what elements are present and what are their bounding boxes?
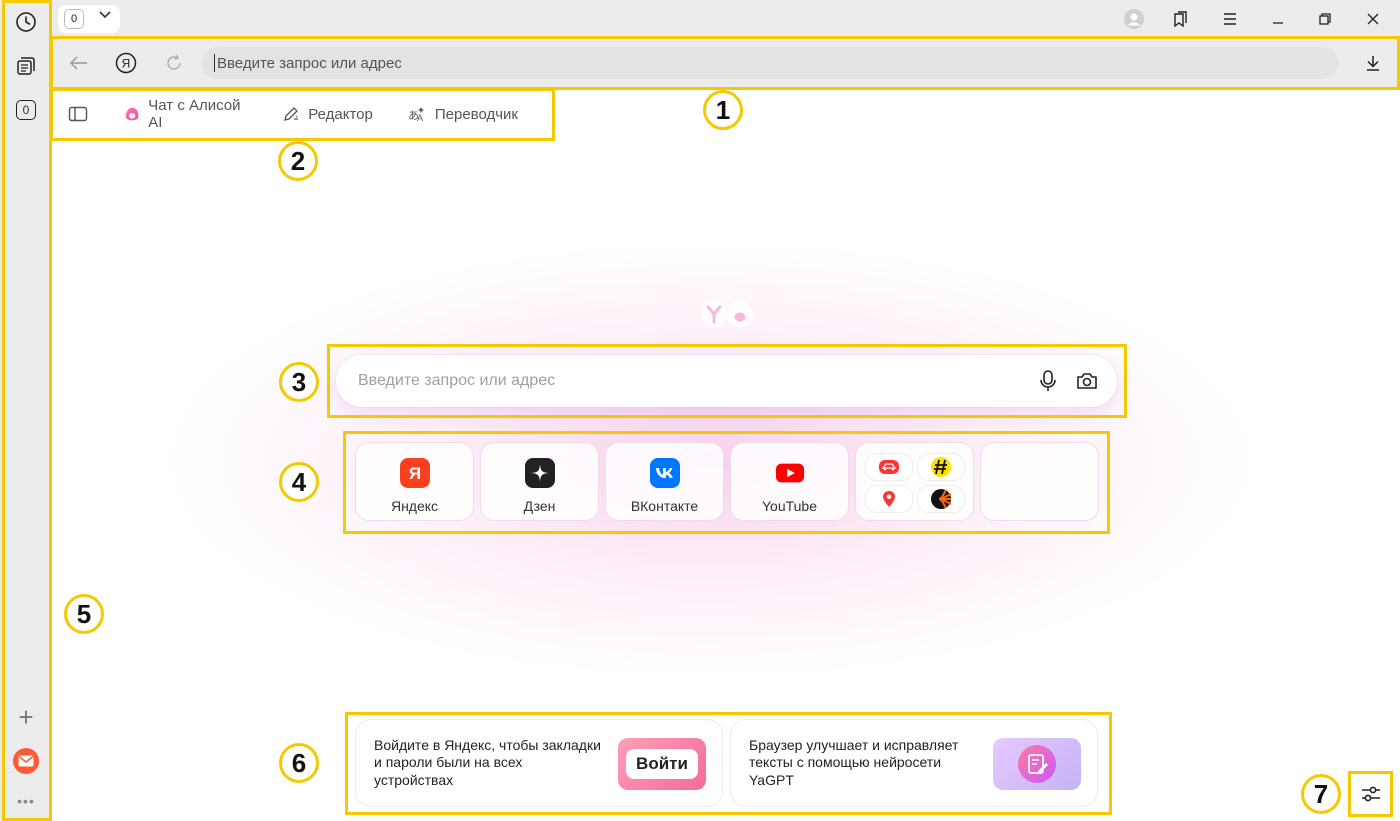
profile-button[interactable] [1119,4,1149,34]
annotation-box-3 [327,344,1127,418]
restore-button[interactable] [1310,4,1340,34]
chevron-down-icon [99,11,111,19]
annotation-badge-4: 4 [279,462,319,502]
bookmarks-button[interactable] [1166,4,1196,34]
annotation-box-1 [50,36,1400,90]
hamburger-icon [1224,13,1236,25]
tab-bar: 0 [52,0,1400,38]
tab-chip-count: 0 [64,9,84,29]
minimize-icon [1273,22,1283,24]
bookmarks-icon [1174,11,1187,28]
annotation-box-5 [2,0,52,821]
close-button[interactable] [1358,4,1388,34]
close-icon [1367,13,1379,25]
annotation-badge-2: 2 [278,141,318,181]
menu-button[interactable] [1215,4,1245,34]
annotation-badge-5: 5 [64,594,104,634]
annotation-box-2 [50,88,555,141]
avatar-icon [1124,9,1144,29]
yandex-alice-logo [701,301,753,327]
restore-icon [1319,13,1331,25]
annotation-badge-1: 1 [703,90,743,130]
annotation-badge-3: 3 [279,362,319,402]
tabs-dropdown-button[interactable] [94,4,116,26]
annotation-badge-7: 7 [1301,774,1341,814]
minimize-button[interactable] [1263,4,1293,34]
annotation-badge-6: 6 [279,743,319,783]
annotation-box-4 [343,431,1110,534]
annotation-box-7 [1348,771,1393,817]
annotation-box-6 [345,712,1112,815]
